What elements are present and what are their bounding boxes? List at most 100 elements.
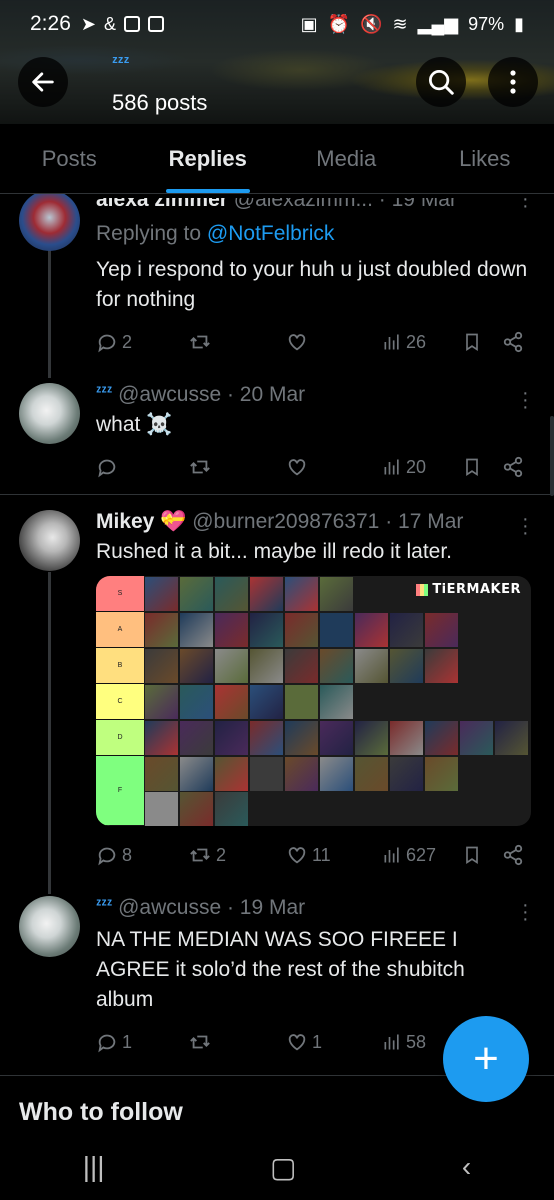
views-button[interactable]: 627 [382, 845, 462, 866]
mute-icon: 🔇 [360, 13, 383, 34]
tweet-text: Yep i respond to your huh u just doubled… [96, 258, 528, 311]
bookmark-icon [466, 458, 478, 477]
wifi-icon: ≋ [392, 13, 408, 34]
album-thumbnail [495, 721, 528, 755]
like-button[interactable]: 1 [286, 1031, 382, 1053]
tier-row-f: F [96, 756, 531, 826]
album-thumbnail [250, 577, 283, 611]
home-icon[interactable]: ▢ [270, 1151, 296, 1184]
album-thumbnail [180, 685, 213, 719]
profile-tabs: Posts Replies Media Likes [0, 124, 554, 194]
repost-button[interactable] [188, 1031, 286, 1053]
album-thumbnail [145, 792, 178, 826]
avatar[interactable] [19, 896, 80, 957]
album-thumbnail [250, 649, 283, 683]
avatar[interactable] [19, 383, 80, 444]
repost-icon [190, 1035, 210, 1049]
reply-button[interactable]: 2 [96, 331, 188, 353]
android-nav-bar: ||| ▢ ‹ [0, 1134, 554, 1200]
album-thumbnail [320, 577, 353, 611]
back-button[interactable] [18, 57, 68, 107]
bookmark-button[interactable] [462, 331, 502, 353]
tier-items [144, 720, 531, 756]
compose-button[interactable]: + [443, 1016, 529, 1102]
album-thumbnail [425, 613, 458, 647]
reply-button[interactable]: 1 [96, 1031, 188, 1053]
views-button[interactable]: 20 [382, 457, 462, 478]
nav-back-icon[interactable]: ‹ [462, 1151, 471, 1183]
tweet-more-icon[interactable]: · · · [522, 383, 529, 417]
like-button[interactable] [286, 331, 382, 353]
profile-header: ᶻᶻᶻ 586 posts [0, 48, 554, 124]
tier-list-image[interactable]: TiERMAKER S A B C D F [96, 576, 531, 826]
album-thumbnail [425, 649, 458, 683]
album-thumbnail [250, 721, 283, 755]
more-vertical-icon [510, 70, 516, 94]
heart-icon [288, 1034, 306, 1051]
author-handle[interactable]: @burner209876371 [192, 510, 379, 533]
album-thumbnail [390, 721, 423, 755]
tier-label: F [96, 756, 144, 826]
album-thumbnail [250, 757, 283, 791]
share-button[interactable] [502, 331, 524, 353]
reply-button[interactable] [96, 456, 188, 478]
album-thumbnail [145, 649, 178, 683]
tweet-text: NA THE MEDIAN WAS SOO FIREEE I AGREE it … [96, 928, 465, 1011]
scrollbar[interactable] [550, 416, 554, 496]
tweet-more-icon[interactable]: · · [522, 189, 529, 216]
replying-handle[interactable]: @NotFelbrick [207, 222, 335, 245]
repost-button[interactable] [188, 456, 286, 478]
bookmark-button[interactable] [462, 844, 502, 866]
tier-label: A [96, 612, 144, 648]
album-thumbnail [180, 721, 213, 755]
author-handle[interactable]: @awcusse [118, 383, 221, 406]
tweet-more-icon[interactable]: · · · [522, 895, 529, 929]
thread-line [48, 572, 51, 894]
album-thumbnail [285, 613, 318, 647]
avatar[interactable] [19, 190, 80, 251]
tweet-more-icon[interactable]: · · · [522, 509, 529, 543]
tier-label: D [96, 720, 144, 756]
like-button[interactable]: 11 [286, 844, 382, 866]
tweet-actions: 8 2 11 627 [96, 840, 526, 870]
album-thumbnail [215, 792, 248, 826]
tab-posts[interactable]: Posts [0, 124, 139, 193]
search-icon [429, 70, 454, 95]
bookmark-icon [466, 846, 478, 865]
views-button[interactable]: 26 [382, 332, 462, 353]
album-thumbnail [180, 613, 213, 647]
album-thumbnail [355, 721, 388, 755]
tab-replies[interactable]: Replies [139, 124, 278, 193]
back-arrow-icon [32, 72, 54, 92]
tier-items [144, 756, 531, 826]
thread-line [48, 250, 51, 378]
repost-icon [190, 848, 210, 862]
repost-button[interactable] [188, 331, 286, 353]
repost-button[interactable]: 2 [188, 844, 286, 866]
share-button[interactable] [502, 456, 524, 478]
author-name[interactable]: Mikey [96, 510, 154, 533]
search-button[interactable] [416, 57, 466, 107]
lock-icon: ▣ [300, 13, 318, 34]
bookmark-button[interactable] [462, 456, 502, 478]
threads-icon: & [103, 13, 116, 34]
recent-apps-icon[interactable]: ||| [83, 1151, 105, 1183]
tab-media[interactable]: Media [277, 124, 416, 193]
avatar[interactable] [19, 510, 80, 571]
tab-likes[interactable]: Likes [416, 124, 554, 193]
like-button[interactable] [286, 456, 382, 478]
heart-icon [288, 459, 306, 476]
status-bar: 2:26 ➤ & ▣ ⏰ 🔇 ≋ ▂▄▆ 97% ▮ [0, 0, 554, 48]
author-handle[interactable]: @awcusse [118, 896, 221, 919]
share-button[interactable] [502, 844, 524, 866]
alarm-icon: ⏰ [327, 13, 351, 34]
album-thumbnail [145, 757, 178, 791]
reply-button[interactable]: 8 [96, 844, 188, 866]
share-icon [503, 331, 523, 353]
album-thumbnail [215, 649, 248, 683]
album-thumbnail [285, 577, 318, 611]
album-thumbnail [145, 721, 178, 755]
album-thumbnail [355, 649, 388, 683]
album-thumbnail [215, 613, 248, 647]
more-options-button[interactable] [488, 57, 538, 107]
